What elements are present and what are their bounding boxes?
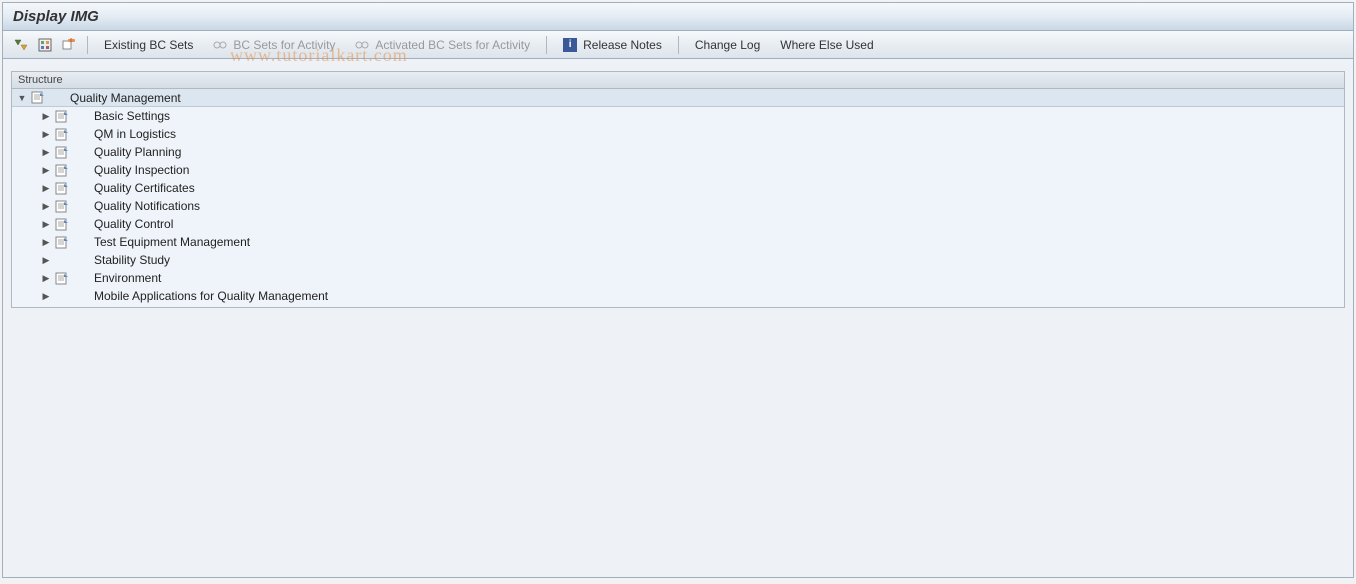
document-icon [54,289,70,303]
toolbar-separator [546,36,547,54]
structure-icon[interactable] [35,35,55,55]
tree-node-label: Stability Study [94,253,170,267]
tree-child-node[interactable]: ▶ Quality Notifications [12,197,1344,215]
img-container: Display IMG Existi [2,2,1354,578]
tree-child-node[interactable]: ▶ Mobile Applications for Quality Managem… [12,287,1344,305]
document-icon[interactable] [54,181,70,195]
tree-child-node[interactable]: ▶ Environment [12,269,1344,287]
tree-node-label: Mobile Applications for Quality Manageme… [94,289,328,303]
tree-node-label: Test Equipment Management [94,235,250,249]
document-icon[interactable] [54,235,70,249]
tree-node-label: Quality Inspection [94,163,189,177]
structure-header: Structure [11,71,1345,88]
document-icon[interactable] [54,127,70,141]
tree-node-label: Quality Control [94,217,173,231]
title-bar: Display IMG [3,3,1353,31]
expand-icon[interactable]: ▶ [40,200,52,212]
tree-node-label: Quality Certificates [94,181,195,195]
expand-icon[interactable]: ▶ [40,164,52,176]
toolbar-separator [678,36,679,54]
page-title: Display IMG [13,8,99,25]
document-icon[interactable] [54,163,70,177]
expand-icon[interactable]: ▶ [40,218,52,230]
expand-icon[interactable]: ▶ [40,290,52,302]
tree-node-label: Environment [94,271,161,285]
document-icon [54,253,70,267]
change-log-button[interactable]: Change Log [687,36,768,54]
tree-child-node[interactable]: ▶ QM in Logistics [12,125,1344,143]
tree-node-label: Basic Settings [94,109,170,123]
content-area: Structure ▼ Quality Management ▶ [3,59,1353,577]
release-notes-label: Release Notes [583,38,662,52]
expand-icon[interactable]: ▶ [40,128,52,140]
glasses-icon [355,40,369,50]
expand-icon[interactable]: ▶ [40,272,52,284]
expand-icon[interactable]: ▶ [40,182,52,194]
tree-node-label: Quality Management [70,91,181,105]
bc-sets-for-activity-button: BC Sets for Activity [205,36,343,54]
document-icon[interactable] [54,217,70,231]
toolbar-separator [87,36,88,54]
expand-icon[interactable]: ▶ [40,110,52,122]
info-icon: i [563,38,577,52]
document-icon[interactable] [54,199,70,213]
activated-bc-sets-button: Activated BC Sets for Activity [347,36,538,54]
tree-child-node[interactable]: ▶ Quality Planning [12,143,1344,161]
document-icon[interactable] [54,109,70,123]
expand-icon[interactable]: ▶ [40,146,52,158]
glasses-icon [213,40,227,50]
tree-child-node[interactable]: ▶ Test Equipment Management [12,233,1344,251]
expand-collapse-icon[interactable] [11,35,31,55]
document-icon[interactable] [30,91,46,105]
expand-icon[interactable]: ▶ [40,254,52,266]
tree-child-node[interactable]: ▶ Quality Certificates [12,179,1344,197]
add-node-icon[interactable] [59,35,79,55]
tree-node-label: Quality Notifications [94,199,200,213]
where-else-used-button[interactable]: Where Else Used [772,36,881,54]
release-notes-button[interactable]: i Release Notes [555,36,670,54]
bc-sets-for-activity-label: BC Sets for Activity [233,38,335,52]
tree-child-node[interactable]: ▶ Stability Study [12,251,1344,269]
tree-root-node[interactable]: ▼ Quality Management [12,89,1344,107]
toolbar: Existing BC Sets BC Sets for Activity Ac… [3,31,1353,59]
tree-child-node[interactable]: ▶ Quality Inspection [12,161,1344,179]
activated-bc-sets-label: Activated BC Sets for Activity [375,38,530,52]
expand-icon[interactable]: ▶ [40,236,52,248]
tree-container: ▼ Quality Management ▶ Basic Settings▶ [11,88,1345,308]
collapse-icon[interactable]: ▼ [16,92,28,104]
tree-child-node[interactable]: ▶ Basic Settings [12,107,1344,125]
document-icon[interactable] [54,145,70,159]
existing-bc-sets-button[interactable]: Existing BC Sets [96,36,201,54]
tree-node-label: QM in Logistics [94,127,176,141]
tree-child-node[interactable]: ▶ Quality Control [12,215,1344,233]
tree-node-label: Quality Planning [94,145,181,159]
document-icon[interactable] [54,271,70,285]
